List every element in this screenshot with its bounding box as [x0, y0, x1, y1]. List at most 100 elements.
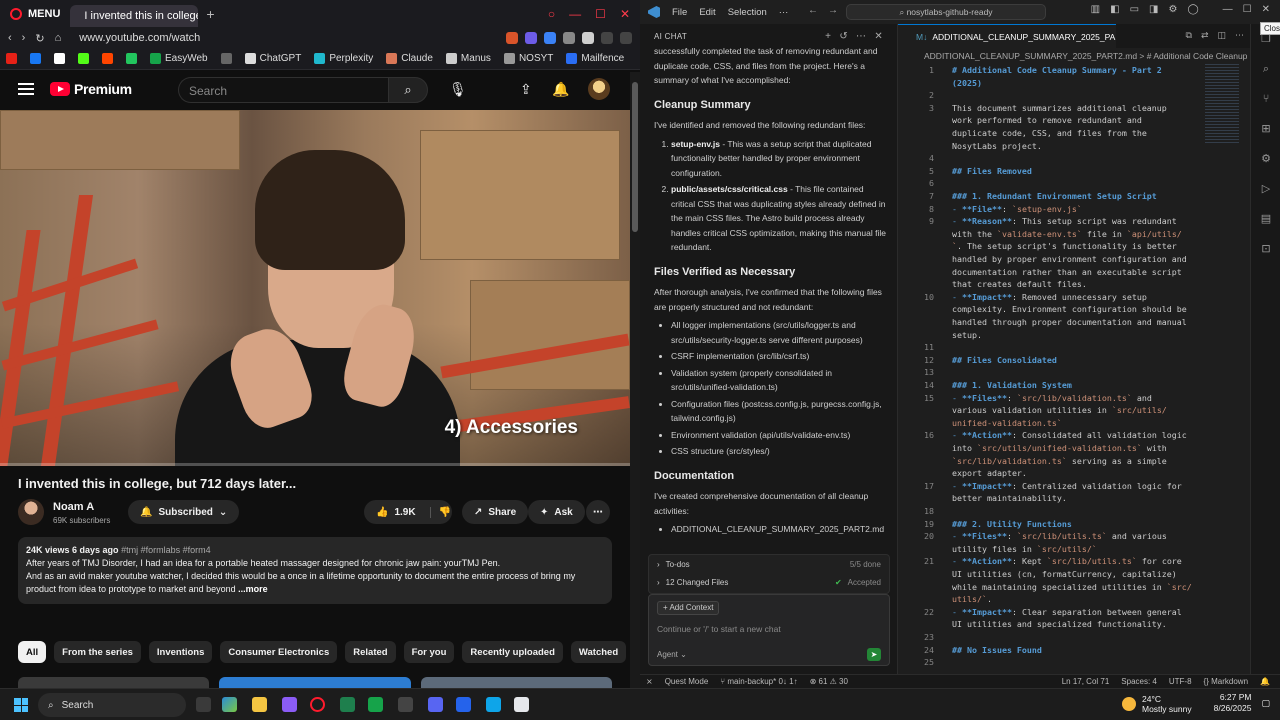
- chat-input[interactable]: Continue or '/' to start a new chat: [657, 624, 781, 634]
- language-mode[interactable]: {} Markdown: [1204, 677, 1248, 686]
- bookmark-item[interactable]: [30, 53, 41, 64]
- code-line[interactable]: ### 1. Redundant Environment Setup Scrip…: [952, 190, 1202, 203]
- code-line[interactable]: - **Action**: Consolidated all validatio…: [952, 429, 1202, 442]
- code-line[interactable]: with the `validate-env.ts` file in `api/…: [952, 228, 1202, 241]
- notifications-icon[interactable]: 🔔: [1260, 677, 1270, 686]
- code-line[interactable]: unified-validation.ts`: [952, 417, 1202, 430]
- menu-item[interactable]: Selection: [728, 7, 767, 18]
- remote-icon[interactable]: ▤: [1259, 212, 1273, 226]
- code-line[interactable]: that creates default files.: [952, 278, 1202, 291]
- code-line[interactable]: - **Files**: `src/lib/utils.ts` and vari…: [952, 530, 1202, 543]
- code-line[interactable]: utility files in `src/utils/`: [952, 543, 1202, 556]
- bookmark-item[interactable]: NOSYT: [503, 53, 553, 64]
- breadcrumb[interactable]: ADDITIONAL_CLEANUP_SUMMARY_2025_PART2.md…: [898, 48, 1250, 64]
- close-icon[interactable]: ✕: [1262, 4, 1270, 15]
- code-line[interactable]: ### 2. Utility Functions: [952, 518, 1202, 531]
- code-line[interactable]: setup.: [952, 329, 1202, 342]
- source-control-icon[interactable]: ⑂: [1259, 92, 1273, 106]
- bell-icon[interactable]: 🔔: [552, 81, 569, 98]
- code-line[interactable]: better maintainability.: [952, 492, 1202, 505]
- code-line[interactable]: - **Reason**: This setup script was redu…: [952, 215, 1202, 228]
- code-line[interactable]: - **File**: `setup-env.js`: [952, 203, 1202, 216]
- secondary-sidebar-icon[interactable]: ◨: [1149, 4, 1158, 15]
- problems-indicator[interactable]: ⊗ 61 ⚠ 30: [810, 677, 848, 686]
- menu-item[interactable]: ···: [779, 7, 789, 18]
- panel-toggle-icon[interactable]: ▭: [1130, 4, 1139, 15]
- clock[interactable]: 6:27 PM 8/26/2025: [1214, 692, 1252, 714]
- code-line[interactable]: ### 1. Validation System: [952, 379, 1202, 392]
- code-line[interactable]: UI utilities (cn, formatCurrency, capita…: [952, 568, 1202, 581]
- filter-chip[interactable]: Related: [345, 641, 396, 663]
- bookmark-item[interactable]: [102, 53, 113, 64]
- encoding[interactable]: UTF-8: [1169, 677, 1192, 686]
- opera-menu-button[interactable]: MENU: [0, 0, 70, 28]
- scrollbar-thumb[interactable]: [632, 82, 638, 232]
- task-view-icon[interactable]: [196, 697, 211, 712]
- like-count[interactable]: 1.9K: [394, 507, 415, 518]
- github-icon[interactable]: [398, 697, 413, 712]
- code-line[interactable]: ## Files Removed: [952, 165, 1202, 178]
- code-line[interactable]: UI utilities and specialized functionali…: [952, 618, 1202, 631]
- bookmark-item[interactable]: ChatGPT: [244, 53, 301, 64]
- youtube-search-input[interactable]: Search: [178, 77, 388, 103]
- menu-item[interactable]: Edit: [699, 7, 715, 18]
- profile-icon[interactable]: [582, 32, 594, 44]
- bookmark-item[interactable]: [6, 53, 17, 64]
- extensions-icon[interactable]: ⊞: [1259, 122, 1273, 136]
- like-icon[interactable]: 👍: [376, 507, 388, 518]
- minimap[interactable]: [1205, 64, 1239, 144]
- code-line[interactable]: This document summarizes additional clea…: [952, 102, 1202, 115]
- minimize-icon[interactable]: —: [1223, 4, 1233, 15]
- hashtags[interactable]: #tmj #formlabs #form4: [121, 545, 211, 555]
- ask-button[interactable]: ✦ Ask: [528, 500, 585, 524]
- new-tab-button[interactable]: +: [198, 6, 222, 22]
- download-icon[interactable]: [601, 32, 613, 44]
- notification-icon[interactable]: ▢: [1261, 698, 1270, 709]
- code-line[interactable]: - **Impact**: Removed unnecessary setup: [952, 291, 1202, 304]
- forward-icon[interactable]: ›: [22, 32, 26, 44]
- file-explorer-icon[interactable]: [252, 697, 267, 712]
- code-line[interactable]: # Additional Code Cleanup Summary - Part…: [952, 64, 1202, 77]
- close-icon[interactable]: ✕: [874, 31, 883, 42]
- youtube-logo[interactable]: Premium: [50, 81, 132, 97]
- video-player[interactable]: 4) Accessories: [0, 110, 630, 466]
- code-line[interactable]: handled by proper environment configurat…: [952, 253, 1202, 266]
- code-line[interactable]: - **Impact**: Centralized validation log…: [952, 480, 1202, 493]
- code-line[interactable]: ## Files Consolidated: [952, 354, 1202, 367]
- code-line[interactable]: into `src/utils/unified-validation.ts` w…: [952, 442, 1202, 455]
- code-line[interactable]: (2025): [952, 77, 1202, 90]
- search-icon[interactable]: ⌕: [388, 77, 428, 103]
- editor-tab-active[interactable]: M↓ ADDITIONAL_CLEANUP_SUMMARY_2025_PART2…: [898, 24, 1116, 48]
- bookmark-item[interactable]: [54, 53, 65, 64]
- bookmark-item[interactable]: Perplexity: [314, 53, 373, 64]
- layout-icon[interactable]: ▥: [1091, 4, 1100, 15]
- extension-icon[interactable]: [544, 32, 556, 44]
- windows-start-icon[interactable]: [14, 698, 28, 712]
- upload-icon[interactable]: ⇪: [520, 81, 532, 98]
- code-line[interactable]: `src/lib/validation.ts` serving as a sim…: [952, 455, 1202, 468]
- hamburger-menu-icon[interactable]: [18, 83, 34, 95]
- thumbnail[interactable]: [420, 677, 612, 688]
- channel-name[interactable]: Noam A: [53, 501, 94, 513]
- todos-row[interactable]: › To-dos 5/5 done: [649, 555, 889, 573]
- home-icon[interactable]: ⌂: [55, 32, 62, 44]
- testing-icon[interactable]: ⊡: [1259, 242, 1273, 256]
- extension-icon[interactable]: [525, 32, 537, 44]
- maximize-icon[interactable]: ☐: [1243, 4, 1252, 15]
- app-icon[interactable]: [514, 697, 529, 712]
- code-line[interactable]: - **Impact**: Clear separation between g…: [952, 606, 1202, 619]
- run-icon[interactable]: ▷: [1259, 182, 1273, 196]
- compare-icon[interactable]: ⇄: [1201, 30, 1209, 41]
- more-icon[interactable]: ⋯: [1235, 30, 1244, 41]
- opera-taskbar-icon[interactable]: [310, 697, 325, 712]
- history-icon[interactable]: ↺: [839, 31, 848, 42]
- video-description[interactable]: 24K views 6 days ago #tmj #formlabs #for…: [18, 537, 612, 604]
- nav-arrows-icon[interactable]: ←→: [808, 5, 848, 16]
- new-chat-icon[interactable]: +: [825, 31, 831, 42]
- command-center[interactable]: ⌕ nosytlabs-github-ready: [846, 4, 1046, 20]
- bookmark-item[interactable]: EasyWeb: [150, 53, 208, 64]
- code-line[interactable]: documentation rather than an executable …: [952, 266, 1202, 279]
- bookmark-item[interactable]: [220, 53, 232, 64]
- settings-icon[interactable]: ⚙: [1168, 4, 1177, 15]
- code-line[interactable]: NosytLabs project.: [952, 140, 1202, 153]
